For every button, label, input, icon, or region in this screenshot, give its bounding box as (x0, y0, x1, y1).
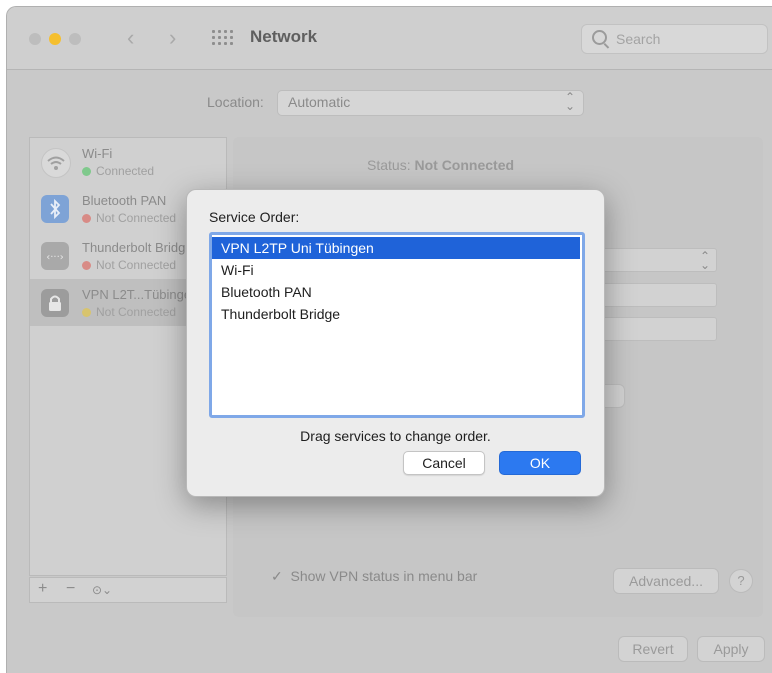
minimize-window-button[interactable] (49, 33, 61, 45)
search-icon (592, 30, 607, 45)
svg-text:‹···›: ‹···› (46, 252, 64, 263)
service-name: Bluetooth PAN (82, 193, 167, 208)
location-select[interactable]: Automatic ⌃ ⌄ (277, 90, 584, 116)
status-dot (82, 167, 91, 176)
chevron-updown-icon: ⌃ ⌄ (699, 249, 710, 272)
window-title: Network (250, 27, 318, 46)
close-window-button[interactable] (29, 33, 41, 45)
help-button[interactable]: ? (729, 569, 753, 593)
service-list-toolbar: + − ⊙⌄ (29, 577, 227, 603)
service-item-wifi[interactable]: Wi-Fi Connected (30, 138, 226, 185)
ok-button[interactable]: OK (499, 451, 581, 475)
service-order-item[interactable]: Bluetooth PAN (212, 281, 580, 303)
service-name: Wi-Fi (82, 146, 113, 161)
search-placeholder: Search (616, 31, 661, 47)
service-order-list[interactable]: VPN L2TP Uni Tübingen Wi-Fi Bluetooth PA… (209, 232, 585, 418)
service-status: Not Connected (96, 211, 177, 225)
status-dot (82, 214, 91, 223)
checkmark-icon: ✓ (271, 568, 283, 584)
status-dot (82, 261, 91, 270)
zoom-window-button[interactable] (69, 33, 81, 45)
dialog-hint: Drag services to change order. (300, 428, 491, 444)
status-row: Status: Not Connected (367, 157, 514, 173)
service-order-item[interactable]: Thunderbolt Bridge (212, 303, 580, 325)
status-dot (82, 308, 91, 317)
location-label: Location: (207, 94, 264, 110)
show-vpn-status-label: Show VPN status in menu bar (290, 568, 478, 584)
remove-service-button[interactable]: − (66, 580, 75, 598)
search-input[interactable]: Search (581, 24, 768, 54)
wifi-icon (41, 148, 71, 178)
thunderbolt-icon: ‹···› (41, 242, 69, 270)
action-menu-icon[interactable]: ⊙⌄ (92, 583, 112, 597)
chevron-updown-icon: ⌃ ⌄ (564, 90, 575, 113)
status-label: Status: (367, 157, 411, 173)
title-bar: ‹ › Network Search (7, 7, 772, 70)
service-status: Not Connected (96, 258, 177, 272)
status-value: Not Connected (414, 157, 515, 173)
service-status: Not Connected (96, 305, 177, 319)
show-all-grid-icon[interactable] (212, 30, 236, 46)
forward-icon[interactable]: › (169, 26, 176, 50)
service-order-dialog: Service Order: VPN L2TP Uni Tübingen Wi-… (186, 189, 605, 497)
service-status: Connected (96, 164, 155, 178)
bluetooth-icon (41, 195, 69, 223)
service-name: VPN L2T...Tübingen (82, 287, 199, 302)
lock-icon (41, 289, 69, 317)
apply-button[interactable]: Apply (697, 636, 765, 662)
service-order-item[interactable]: VPN L2TP Uni Tübingen (212, 237, 580, 259)
dialog-title: Service Order: (209, 209, 300, 225)
back-icon[interactable]: ‹ (127, 26, 134, 50)
location-value: Automatic (288, 94, 351, 110)
revert-button[interactable]: Revert (618, 636, 688, 662)
service-name: Thunderbolt Bridge (82, 240, 193, 255)
add-service-button[interactable]: + (38, 580, 47, 598)
advanced-button[interactable]: Advanced... (613, 568, 719, 594)
cancel-button[interactable]: Cancel (403, 451, 485, 475)
service-order-item[interactable]: Wi-Fi (212, 259, 580, 281)
show-vpn-status-checkbox[interactable]: ✓ Show VPN status in menu bar (271, 568, 477, 585)
